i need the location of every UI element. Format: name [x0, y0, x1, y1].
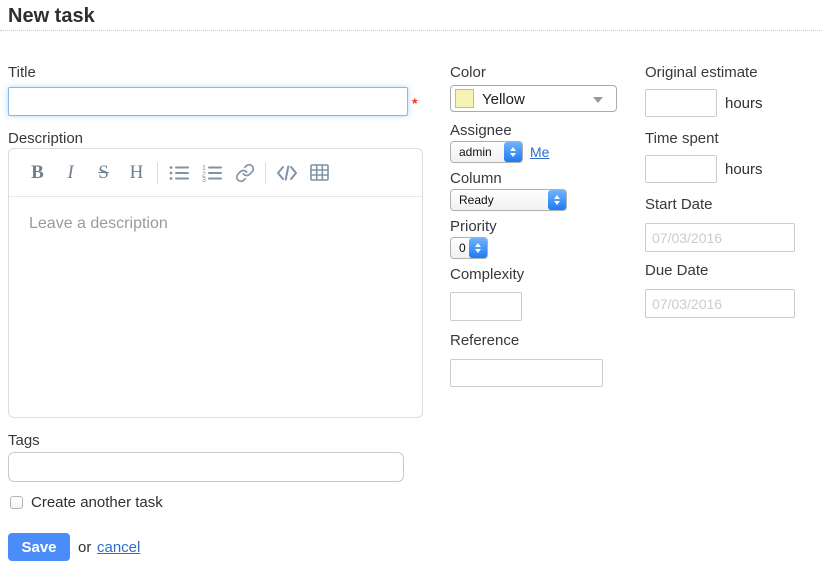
color-selected-value: Yellow — [482, 91, 525, 108]
column-select[interactable]: Ready — [450, 189, 567, 211]
or-text: or — [78, 539, 91, 556]
toolbar-separator — [265, 162, 266, 184]
table-button[interactable] — [303, 157, 336, 189]
page-header: New task — [0, 0, 822, 31]
unordered-list-icon — [169, 164, 189, 182]
description-placeholder: Leave a description — [29, 215, 168, 232]
heading-icon: H — [130, 163, 144, 182]
original-estimate-label: Original estimate — [645, 64, 758, 81]
code-icon — [276, 165, 298, 181]
color-swatch — [455, 89, 474, 108]
heading-button[interactable]: H — [120, 157, 153, 189]
color-select[interactable]: Yellow — [450, 85, 617, 112]
italic-button[interactable]: I — [54, 157, 87, 189]
editor-toolbar: B I S H 1 — [9, 149, 422, 197]
new-task-page: New task Title * Description B I S H — [0, 0, 822, 569]
assignee-label: Assignee — [450, 122, 512, 139]
description-label: Description — [8, 130, 83, 147]
bold-icon: B — [31, 163, 44, 182]
table-icon — [310, 164, 329, 181]
create-another-label[interactable]: Create another task — [31, 494, 163, 511]
priority-select[interactable]: 0 — [450, 237, 488, 259]
title-input[interactable] — [8, 87, 408, 116]
svg-text:3: 3 — [202, 177, 206, 182]
column-label: Column — [450, 170, 502, 187]
original-estimate-input[interactable] — [645, 89, 717, 117]
select-stepper-icon — [548, 190, 566, 210]
title-label: Title — [8, 64, 36, 81]
select-stepper-icon — [469, 238, 487, 258]
color-label: Color — [450, 64, 486, 81]
tags-label: Tags — [8, 432, 40, 449]
ordered-list-icon: 1 2 3 — [202, 164, 222, 182]
priority-selected-value: 0 — [459, 241, 466, 255]
chevron-down-icon — [593, 97, 603, 103]
start-date-input[interactable] — [645, 223, 795, 252]
due-date-input[interactable] — [645, 289, 795, 318]
cancel-link[interactable]: cancel — [97, 539, 140, 556]
assignee-select[interactable]: admin — [450, 141, 523, 163]
priority-label: Priority — [450, 218, 497, 235]
unordered-list-button[interactable] — [162, 157, 195, 189]
ordered-list-button[interactable]: 1 2 3 — [195, 157, 228, 189]
assign-to-me-link[interactable]: Me — [530, 144, 549, 160]
strikethrough-button[interactable]: S — [87, 157, 120, 189]
estimate-hours-unit: hours — [725, 95, 763, 112]
toolbar-separator — [157, 162, 158, 184]
save-button[interactable]: Save — [8, 533, 70, 561]
due-date-label: Due Date — [645, 262, 708, 279]
reference-input[interactable] — [450, 359, 603, 387]
required-asterisk: * — [412, 95, 417, 111]
select-stepper-icon — [504, 142, 522, 162]
create-another-checkbox[interactable] — [10, 496, 23, 509]
italic-icon: I — [67, 163, 73, 182]
time-spent-input[interactable] — [645, 155, 717, 183]
bold-button[interactable]: B — [21, 157, 54, 189]
start-date-label: Start Date — [645, 196, 713, 213]
description-textarea[interactable]: Leave a description — [9, 197, 422, 251]
page-title: New task — [8, 5, 95, 28]
code-button[interactable] — [270, 157, 303, 189]
tags-input[interactable] — [8, 452, 404, 482]
reference-label: Reference — [450, 332, 519, 349]
spent-hours-unit: hours — [725, 161, 763, 178]
description-editor[interactable]: B I S H 1 — [8, 148, 423, 418]
link-icon — [235, 163, 255, 183]
column-selected-value: Ready — [459, 193, 494, 207]
assignee-selected-value: admin — [459, 145, 492, 159]
strikethrough-icon: S — [98, 163, 109, 182]
complexity-input[interactable] — [450, 292, 522, 321]
time-spent-label: Time spent — [645, 130, 719, 147]
complexity-label: Complexity — [450, 266, 524, 283]
link-button[interactable] — [228, 157, 261, 189]
